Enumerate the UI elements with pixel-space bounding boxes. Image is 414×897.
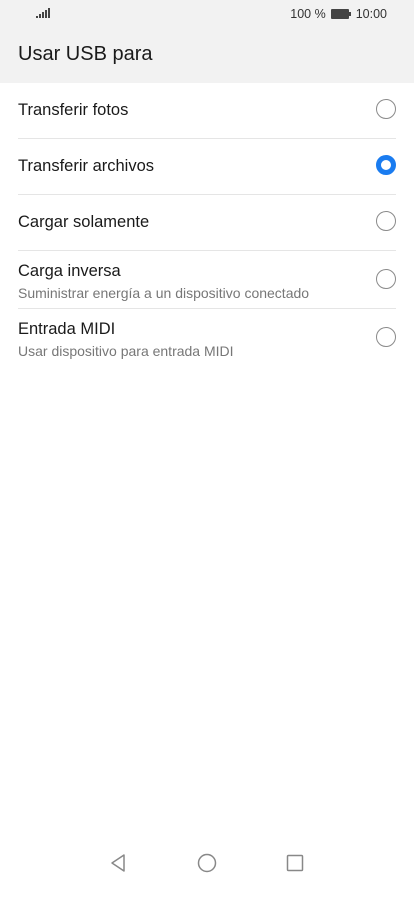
radio-button[interactable] [376, 99, 396, 119]
battery-percent: 100 % [290, 7, 326, 21]
status-bar: 100 % 10:00 [0, 0, 414, 28]
usb-options-list: Transferir fotos Transferir archivos Car… [0, 83, 414, 366]
radio-button[interactable] [376, 327, 396, 347]
recents-icon[interactable] [283, 851, 307, 875]
option-transferir-fotos[interactable]: Transferir fotos [18, 83, 396, 139]
status-right: 100 % 10:00 [290, 7, 387, 21]
battery-icon [330, 9, 351, 19]
option-subtitle: Usar dispositivo para entrada MIDI [18, 343, 234, 359]
navigation-bar [0, 837, 414, 897]
option-entrada-midi[interactable]: Entrada MIDI Usar dispositivo para entra… [18, 309, 396, 366]
option-carga-inversa[interactable]: Carga inversa Suministrar energía a un d… [18, 251, 396, 309]
option-label: Cargar solamente [18, 213, 150, 231]
screen: 100 % 10:00 Usar USB para Transferir fot… [0, 0, 414, 897]
option-label: Transferir fotos [18, 101, 129, 119]
radio-button[interactable] [376, 211, 396, 231]
option-label: Entrada MIDI [18, 320, 116, 338]
clock: 10:00 [355, 7, 387, 21]
home-icon[interactable] [195, 851, 219, 875]
radio-button[interactable] [376, 269, 396, 289]
back-icon[interactable] [106, 851, 130, 875]
top-area: 100 % 10:00 Usar USB para [0, 0, 414, 83]
option-label: Carga inversa [18, 262, 121, 280]
option-cargar-solamente[interactable]: Cargar solamente [18, 195, 396, 251]
option-transferir-archivos[interactable]: Transferir archivos [18, 139, 396, 195]
option-subtitle: Suministrar energía a un dispositivo con… [18, 285, 310, 301]
option-label: Transferir archivos [18, 157, 155, 175]
radio-button-selected[interactable] [376, 155, 396, 175]
page-title: Usar USB para [18, 43, 153, 65]
signal-icon [36, 8, 50, 18]
